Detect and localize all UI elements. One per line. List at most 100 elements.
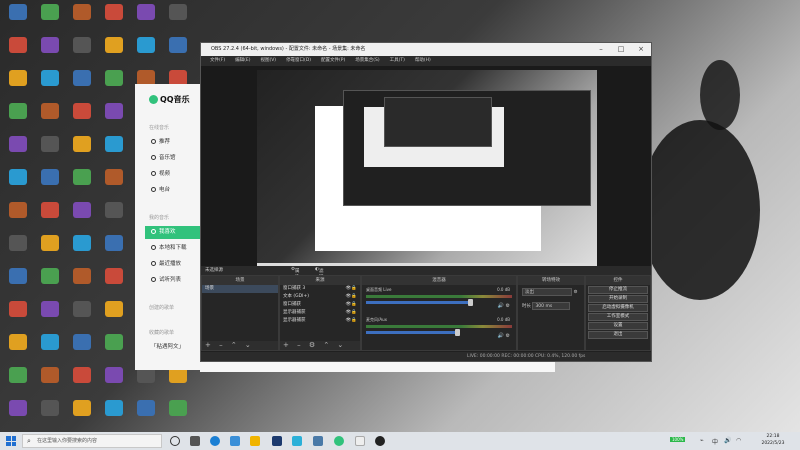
store-icon[interactable] (230, 436, 240, 446)
desktop-shortcut-icon[interactable] (4, 4, 32, 34)
desktop-shortcut-icon[interactable] (164, 4, 192, 34)
obs-taskbar-icon[interactable] (375, 436, 385, 446)
desktop-shortcut-icon[interactable] (100, 301, 128, 331)
sidebar-item-radio[interactable]: 电台 (145, 184, 201, 197)
stop-streaming-button[interactable]: 停止推流 (588, 286, 648, 294)
desktop-shortcut-icon[interactable] (4, 37, 32, 67)
sources-dock-toolbar[interactable]: + – ⚙ ⌃ ⌄ (280, 341, 360, 350)
desktop-shortcut-icon[interactable] (68, 37, 96, 67)
visibility-lock-icons[interactable]: 👁🔒 (346, 301, 357, 309)
obs-menu-item[interactable]: 帮助(H) (410, 56, 436, 66)
desktop-shortcut-icon[interactable] (36, 37, 64, 67)
desktop-shortcut-icon[interactable] (4, 103, 32, 133)
qq-music-logo[interactable]: QQ音乐 (149, 94, 190, 105)
desktop-shortcut-icon[interactable] (68, 70, 96, 100)
obs-menu-item[interactable]: 工具(T) (385, 56, 410, 66)
desktop-shortcut-icon[interactable] (68, 334, 96, 364)
sidebar-item-video[interactable]: 视频 (145, 168, 201, 181)
obs-menu-item[interactable]: 停靠窗口(D) (281, 56, 316, 66)
source-item[interactable]: 文本 (GDI+) 👁🔒 (280, 293, 360, 301)
desktop-shortcut-icon[interactable] (132, 4, 160, 34)
sidebar-item-recent[interactable]: 最近播放 (145, 258, 201, 271)
desktop-shortcut-icon[interactable] (100, 334, 128, 364)
studio-mode-button[interactable]: 工作室模式 (588, 313, 648, 321)
desktop-shortcut-icon[interactable] (68, 268, 96, 298)
desktop-shortcut-icon[interactable] (68, 169, 96, 199)
filters-button[interactable]: ◐ 滤镜 (315, 267, 323, 280)
desktop-shortcut-icon[interactable] (4, 334, 32, 364)
sidebar-item-trial-list[interactable]: 试听列表 (145, 274, 201, 287)
taskbar-clock[interactable]: 22:18 2022/5/23 (750, 433, 796, 447)
explorer-icon[interactable] (250, 436, 260, 446)
visibility-lock-icons[interactable]: 👁🔒 (346, 317, 357, 325)
transition-gear-icon[interactable]: ⚙ (573, 290, 577, 295)
desktop-shortcut-icon[interactable] (36, 268, 64, 298)
desktop-shortcut-icon[interactable] (4, 268, 32, 298)
obs-menu-item[interactable]: 文件(F) (205, 56, 230, 66)
desktop-shortcut-icon[interactable] (164, 37, 192, 67)
desktop-shortcut-icon[interactable] (4, 70, 32, 100)
ime-icon[interactable]: 中 (712, 437, 718, 446)
desktop-shortcut-icon[interactable] (36, 169, 64, 199)
network-icon[interactable]: ⌁ (700, 437, 704, 444)
desktop-shortcut-icon[interactable] (36, 301, 64, 331)
desktop-shortcut-icon[interactable] (100, 268, 128, 298)
volume-fader[interactable] (366, 329, 460, 336)
desktop-shortcut-icon[interactable] (4, 400, 32, 430)
properties-button[interactable]: ⚙ 属性 (291, 267, 300, 280)
app-icon[interactable] (313, 436, 323, 446)
obs-menu-item[interactable]: 编辑(E) (230, 56, 255, 66)
source-item[interactable]: 显示器捕获 👁🔒 (280, 317, 360, 325)
battery-icon[interactable]: 100% (670, 437, 686, 442)
desktop-shortcut-icon[interactable] (68, 301, 96, 331)
desktop-shortcut-icon[interactable] (4, 169, 32, 199)
obs-preview-canvas[interactable] (257, 70, 597, 263)
settings-button[interactable]: 设置 (588, 322, 648, 330)
desktop-shortcut-icon[interactable] (4, 235, 32, 265)
desktop-shortcut-icon[interactable] (36, 202, 64, 232)
visibility-lock-icons[interactable]: 👁🔒 (346, 285, 357, 293)
scenes-dock-toolbar[interactable]: + – ⌃ ⌄ (202, 341, 278, 350)
visibility-lock-icons[interactable]: 👁🔒 (346, 309, 357, 317)
desktop-shortcut-icon[interactable] (132, 367, 160, 397)
desktop-shortcut-icon[interactable] (36, 334, 64, 364)
desktop-shortcut-icon[interactable] (36, 367, 64, 397)
wifi-icon[interactable]: ◠ (736, 437, 741, 444)
taskbar-search-box[interactable]: 在这里输入你要搜索的内容 (22, 434, 162, 448)
widgets-icon[interactable] (190, 436, 200, 446)
desktop-shortcut-icon[interactable] (100, 103, 128, 133)
desktop-shortcut-icon[interactable] (100, 400, 128, 430)
desktop-shortcut-icon[interactable] (100, 4, 128, 34)
obs-menu-item[interactable]: 配置文件(P) (316, 56, 350, 66)
close-icon[interactable]: × (631, 43, 651, 56)
steam-icon[interactable] (272, 436, 282, 446)
edge-icon[interactable] (210, 436, 220, 446)
speaker-gear-icons[interactable]: 🔊 ⚙ (498, 333, 510, 339)
desktop-shortcut-icon[interactable] (100, 367, 128, 397)
scene-item[interactable]: 场景 (202, 285, 278, 293)
app-icon[interactable] (355, 436, 365, 446)
volume-icon[interactable]: 🔊 (724, 437, 731, 444)
transition-select[interactable]: 淡出 (522, 288, 572, 296)
speaker-gear-icons[interactable]: 🔊 ⚙ (498, 303, 510, 309)
desktop-shortcut-icon[interactable] (100, 70, 128, 100)
exit-button[interactable]: 退出 (588, 331, 648, 339)
desktop-shortcut-icon[interactable] (36, 235, 64, 265)
desktop-shortcut-icon[interactable] (68, 202, 96, 232)
maximize-icon[interactable]: □ (611, 43, 631, 56)
volume-fader[interactable] (366, 299, 473, 306)
desktop-shortcut-icon[interactable] (68, 136, 96, 166)
desktop-shortcut-icon[interactable] (68, 103, 96, 133)
sidebar-item-music-hall[interactable]: 音乐馆 (145, 152, 201, 165)
source-item[interactable]: 窗口捕获 3 👁🔒 (280, 285, 360, 293)
desktop-shortcut-icon[interactable] (4, 301, 32, 331)
qq-music-taskbar-icon[interactable] (334, 436, 344, 446)
desktop-shortcut-icon[interactable] (36, 70, 64, 100)
visibility-lock-icons[interactable]: 👁🔒 (346, 293, 357, 301)
obs-menu-item[interactable]: 视图(V) (255, 56, 281, 66)
start-virtual-camera-button[interactable]: 启动虚拟摄像机 (588, 304, 648, 312)
desktop-shortcut-icon[interactable] (68, 235, 96, 265)
source-item[interactable]: 显示器捕获 👁🔒 (280, 309, 360, 317)
sidebar-item-local[interactable]: 本地和下载 (145, 242, 201, 255)
desktop-shortcut-icon[interactable] (36, 400, 64, 430)
